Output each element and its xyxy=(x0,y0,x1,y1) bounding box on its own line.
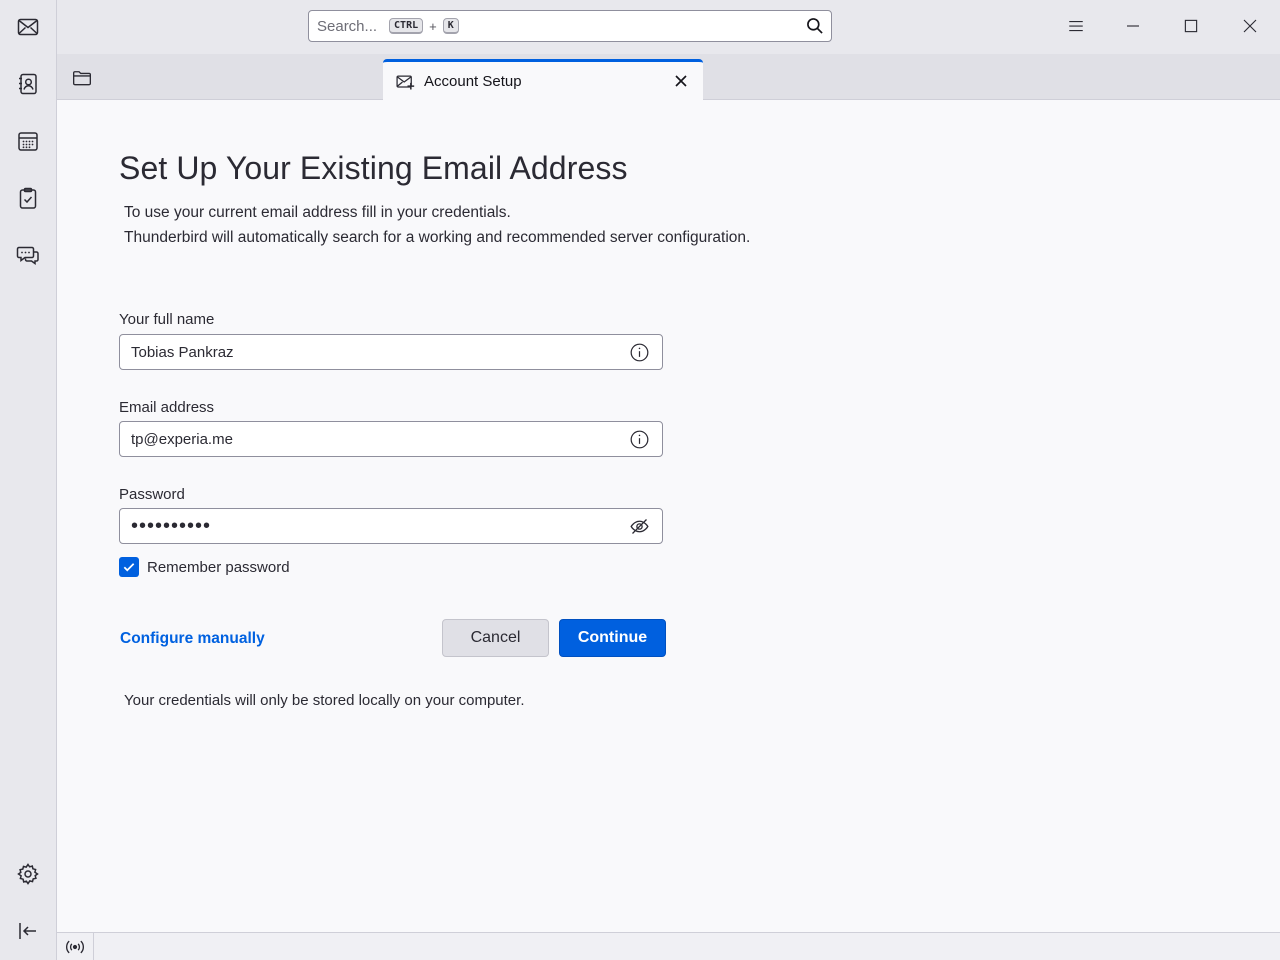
minimize-icon xyxy=(1124,17,1142,35)
tab-account-setup[interactable]: Account Setup xyxy=(383,59,703,101)
calendar-space-button[interactable] xyxy=(12,125,44,157)
email-input[interactable] xyxy=(120,422,662,456)
settings-button[interactable] xyxy=(12,858,44,890)
shortcut-ctrl-key: CTRL xyxy=(389,18,423,34)
continue-button[interactable]: Continue xyxy=(559,619,666,657)
account-setup-icon xyxy=(395,72,415,92)
account-setup-page: Set Up Your Existing Email Address To us… xyxy=(57,100,1280,932)
cancel-button[interactable]: Cancel xyxy=(442,619,549,657)
chat-space-button[interactable] xyxy=(12,239,44,271)
configure-manually-link[interactable]: Configure manually xyxy=(120,630,265,648)
email-field-wrapper xyxy=(119,421,663,457)
remember-password-checkbox[interactable] xyxy=(119,557,139,577)
remember-password-label[interactable]: Remember password xyxy=(147,559,290,576)
spaces-toolbar xyxy=(0,0,57,960)
tasks-icon xyxy=(16,186,40,210)
collapse-icon xyxy=(16,919,40,943)
folder-tab[interactable] xyxy=(71,68,93,88)
app-menu-button[interactable] xyxy=(1060,12,1092,40)
credentials-footnote: Your credentials will only be stored loc… xyxy=(124,692,525,709)
email-label: Email address xyxy=(119,399,214,416)
checkmark-icon xyxy=(122,560,136,574)
password-label: Password xyxy=(119,486,185,503)
fullname-field-wrapper xyxy=(119,334,663,370)
online-status-icon xyxy=(64,938,86,956)
info-icon[interactable] xyxy=(629,342,650,363)
status-divider xyxy=(93,933,94,960)
tasks-space-button[interactable] xyxy=(12,182,44,214)
maximize-button[interactable] xyxy=(1175,12,1207,40)
shortcut-k-key: K xyxy=(443,18,459,34)
info-icon[interactable] xyxy=(629,429,650,450)
fullname-label: Your full name xyxy=(119,311,214,328)
description-line-2: Thunderbird will automatically search fo… xyxy=(124,229,750,247)
hide-password-icon[interactable] xyxy=(629,516,650,537)
collapse-spaces-button[interactable] xyxy=(12,915,44,947)
maximize-icon xyxy=(1182,17,1200,35)
online-status-button[interactable] xyxy=(63,937,87,957)
mail-space-button[interactable] xyxy=(12,11,44,43)
password-input[interactable] xyxy=(120,509,662,543)
search-icon[interactable] xyxy=(805,16,825,36)
title-bar: Search... CTRL + K xyxy=(57,0,1280,54)
hamburger-menu-icon xyxy=(1067,17,1085,35)
close-window-button[interactable] xyxy=(1234,12,1266,40)
address-book-icon xyxy=(16,72,40,96)
password-field-wrapper xyxy=(119,508,663,544)
tab-close-icon[interactable] xyxy=(671,71,691,91)
shortcut-plus: + xyxy=(429,19,437,34)
search-placeholder[interactable]: Search... xyxy=(317,18,377,35)
tab-strip: Account Setup xyxy=(57,54,1280,100)
calendar-icon xyxy=(16,129,40,153)
chat-icon xyxy=(16,243,40,267)
settings-icon xyxy=(16,862,40,886)
description-line-1: To use your current email address fill i… xyxy=(124,204,511,222)
address-book-space-button[interactable] xyxy=(12,68,44,100)
folder-icon xyxy=(72,69,92,87)
minimize-button[interactable] xyxy=(1117,12,1149,40)
status-bar xyxy=(57,932,1280,960)
search-bar[interactable]: Search... CTRL + K xyxy=(308,10,832,42)
tab-label: Account Setup xyxy=(424,73,522,90)
close-icon xyxy=(1241,17,1259,35)
fullname-input[interactable] xyxy=(120,335,662,369)
page-title: Set Up Your Existing Email Address xyxy=(119,150,628,187)
mail-icon xyxy=(16,15,40,39)
